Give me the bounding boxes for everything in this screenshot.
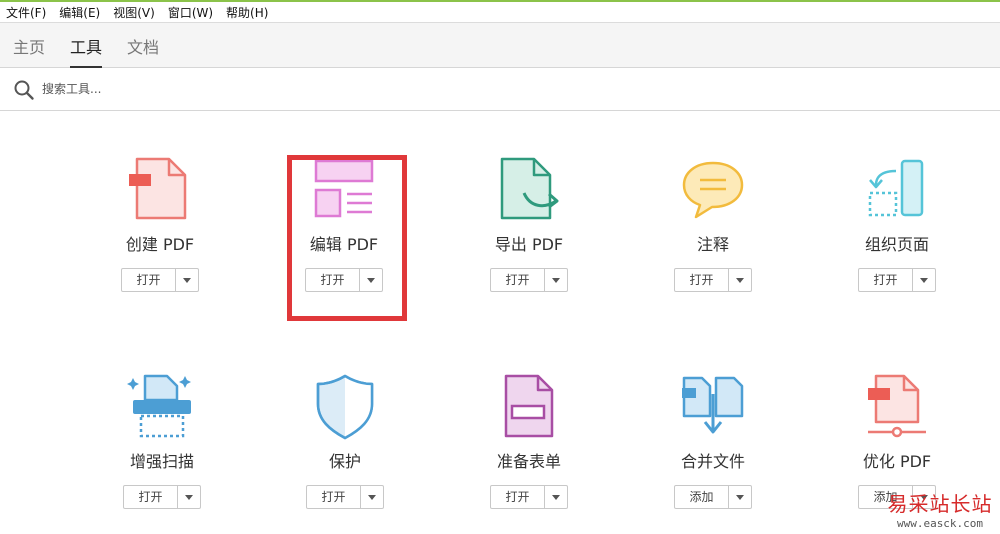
add-button[interactable]: 添加	[674, 485, 752, 509]
chevron-down-icon[interactable]	[729, 486, 751, 508]
tool-label: 组织页面	[864, 235, 929, 254]
prepare-form-icon[interactable]	[494, 372, 564, 442]
chevron-down-icon[interactable]	[545, 269, 567, 291]
open-button-label[interactable]: 打开	[675, 269, 729, 291]
open-button[interactable]: 打开	[121, 268, 199, 292]
tool-protect: 保护 打开	[275, 372, 415, 509]
tool-label: 保护	[328, 452, 361, 471]
tab-home[interactable]: 主页	[13, 34, 45, 68]
combine-files-icon[interactable]	[678, 372, 748, 442]
create-pdf-icon[interactable]	[125, 155, 195, 225]
open-button[interactable]: 打开	[306, 485, 384, 509]
open-button[interactable]: 打开	[123, 485, 201, 509]
search-icon	[14, 80, 34, 100]
search-bar	[0, 68, 1000, 111]
open-button-label[interactable]: 打开	[307, 486, 361, 508]
highlight-box	[287, 155, 407, 321]
open-button[interactable]: 打开	[490, 485, 568, 509]
organize-pages-icon[interactable]	[862, 155, 932, 225]
tool-organize-pages: 组织页面 打开	[827, 155, 967, 292]
menu-file[interactable]: 文件(F)	[6, 4, 46, 21]
export-pdf-icon[interactable]	[494, 155, 564, 225]
tools-grid: 创建 PDF 打开 编辑 PDF 打开 导出 PDF 打开 注释 打开 组织页面…	[0, 111, 1000, 534]
menu-edit[interactable]: 编辑(E)	[59, 4, 100, 21]
chevron-down-icon[interactable]	[361, 486, 383, 508]
open-button-label[interactable]: 打开	[491, 269, 545, 291]
optimize-pdf-icon[interactable]	[862, 372, 932, 442]
open-button[interactable]: 打开	[490, 268, 568, 292]
tool-label: 导出 PDF	[494, 235, 564, 254]
open-button-label[interactable]: 打开	[124, 486, 178, 508]
tool-label: 增强扫描	[129, 452, 194, 471]
open-button[interactable]: 打开	[858, 268, 936, 292]
watermark-text: 易采站长站	[887, 492, 993, 516]
open-button-label[interactable]: 打开	[859, 269, 913, 291]
tool-create-pdf: 创建 PDF 打开	[90, 155, 230, 292]
chevron-down-icon[interactable]	[729, 269, 751, 291]
chevron-down-icon[interactable]	[178, 486, 200, 508]
tool-label: 创建 PDF	[125, 235, 195, 254]
tab-bar: 主页 工具 文档	[0, 22, 1000, 69]
search-tools-input[interactable]	[42, 79, 442, 99]
menu-view[interactable]: 视图(V)	[113, 4, 155, 21]
tool-comment: 注释 打开	[643, 155, 783, 292]
tab-document[interactable]: 文档	[127, 34, 159, 68]
menu-window[interactable]: 窗口(W)	[168, 4, 213, 21]
menu-bar: 文件(F) 编辑(E) 视图(V) 窗口(W) 帮助(H)	[0, 2, 1000, 22]
tool-combine-files: 合并文件 添加	[643, 372, 783, 509]
chevron-down-icon[interactable]	[176, 269, 198, 291]
tool-label: 注释	[696, 235, 729, 254]
menu-help[interactable]: 帮助(H)	[226, 4, 268, 21]
watermark-url: www.easck.com	[896, 517, 984, 530]
tool-label: 合并文件	[680, 452, 745, 471]
add-button-label[interactable]: 添加	[675, 486, 729, 508]
tool-label: 准备表单	[496, 452, 561, 471]
open-button[interactable]: 打开	[674, 268, 752, 292]
tool-prepare-form: 准备表单 打开	[459, 372, 599, 509]
tool-export-pdf: 导出 PDF 打开	[459, 155, 599, 292]
enhance-scan-icon[interactable]	[127, 372, 197, 442]
protect-shield-icon[interactable]	[310, 372, 380, 442]
tool-label: 优化 PDF	[862, 452, 932, 471]
tool-enhance-scan: 增强扫描 打开	[92, 372, 232, 509]
open-button-label[interactable]: 打开	[491, 486, 545, 508]
comment-icon[interactable]	[678, 155, 748, 225]
chevron-down-icon[interactable]	[913, 269, 935, 291]
watermark: 易采站长站 www.easck.com	[880, 488, 1000, 534]
tab-tools[interactable]: 工具	[70, 34, 103, 69]
chevron-down-icon[interactable]	[545, 486, 567, 508]
open-button-label[interactable]: 打开	[122, 269, 176, 291]
